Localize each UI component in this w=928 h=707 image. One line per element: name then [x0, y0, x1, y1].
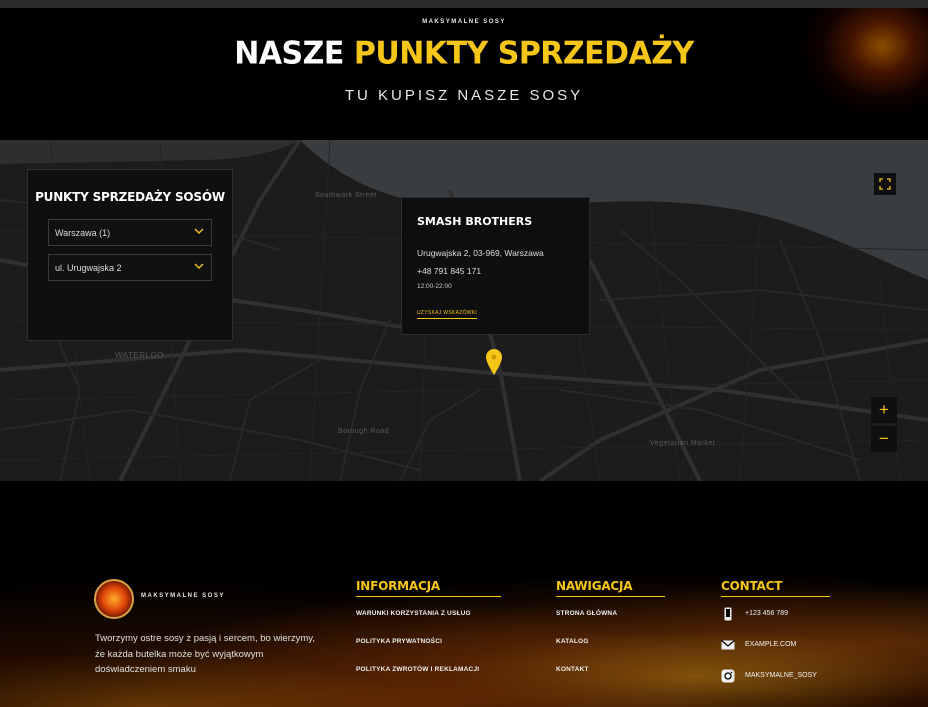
store-address: Urugwajska 2, 03-969, Warszawa [417, 248, 544, 258]
footer-description: Tworzymy ostre sosy z pasją i sercem, bo… [95, 633, 315, 675]
store-map[interactable]: WATERLOO Borough Road Vegetarian Market … [0, 140, 928, 481]
chevron-down-icon [194, 228, 204, 234]
nav-heading: NAWIGACJA [556, 579, 665, 597]
hero-header: MAKSYMALNE SOSY NASZE PUNKTY SPRZEDAŻY T… [0, 8, 928, 140]
link-contact[interactable]: KONTAKT [556, 666, 589, 673]
zoom-in-button[interactable]: + [871, 397, 897, 423]
mail-icon [721, 640, 735, 650]
contact-phone-text: +123 456 789 [745, 610, 789, 617]
top-bar [0, 0, 928, 8]
get-directions-link[interactable]: UZYSKAJ WSKAZÓWKI [417, 310, 478, 319]
selector-title: PUNKTY SPRZEDAŻY SOSÓW [35, 190, 225, 204]
street-select-value: ul. Urugwajska 2 [55, 263, 122, 273]
zoom-out-button[interactable]: − [871, 426, 897, 452]
fullscreen-button[interactable] [874, 173, 896, 195]
page-title: NASZE PUNKTY SPRZEDAŻY [0, 35, 928, 72]
store-info-card: SMASH BROTHERS Urugwajska 2, 03-969, War… [401, 197, 590, 335]
street-select[interactable]: ul. Urugwajska 2 [48, 254, 212, 281]
title-yellow: PUNKTY SPRZEDAŻY [353, 35, 694, 72]
link-catalog[interactable]: KATALOG [556, 638, 589, 645]
info-heading: INFORMACJA [356, 579, 501, 597]
instagram-icon [721, 669, 735, 683]
store-hours: 12:00-22:00 [417, 283, 452, 290]
link-home[interactable]: STRONA GŁÓWNA [556, 610, 617, 617]
chevron-down-icon [194, 263, 204, 269]
link-privacy[interactable]: POLITYKA PRYWATNOŚCI [356, 638, 442, 645]
link-returns[interactable]: POLITYKA ZWROTÓW I REKLAMACJI [356, 666, 479, 673]
title-white: NASZE [234, 35, 344, 72]
map-label-southwark: Southwark Street [315, 192, 377, 199]
footer-brand: MAKSYMALNE SOSY [141, 593, 225, 599]
map-label-waterloo: WATERLOO [115, 351, 164, 360]
fire-background [0, 541, 928, 707]
map-label-borough: Borough Road [338, 428, 390, 435]
hero-brand: MAKSYMALNE SOSY [422, 19, 506, 25]
store-name: SMASH BROTHERS [417, 215, 533, 228]
city-select[interactable]: Warszawa (1) [48, 219, 212, 246]
site-footer: MAKSYMALNE SOSY Tworzymy ostre sosy z pa… [0, 481, 928, 707]
map-pin-icon[interactable] [486, 349, 502, 375]
contact-email-text: EXAMPLE.COM [745, 641, 797, 648]
store-selector-panel: PUNKTY SPRZEDAŻY SOSÓW Warszawa (1) ul. … [27, 169, 233, 341]
brand-logo[interactable] [94, 579, 134, 619]
fullscreen-icon [879, 178, 891, 190]
contact-instagram-text: MAKSYMALNE_SOSY [745, 672, 817, 679]
store-phone: +48 791 845 171 [417, 266, 482, 276]
map-label-vegetarian: Vegetarian Market [650, 440, 716, 447]
link-terms[interactable]: WARUNKI KORZYSTANIA Z USŁUG [356, 610, 471, 617]
city-select-value: Warszawa (1) [55, 228, 111, 238]
contact-heading: CONTACT [721, 579, 830, 597]
page-subtitle: TU KUPISZ NASZE SOSY [344, 87, 584, 104]
phone-icon [724, 607, 732, 621]
